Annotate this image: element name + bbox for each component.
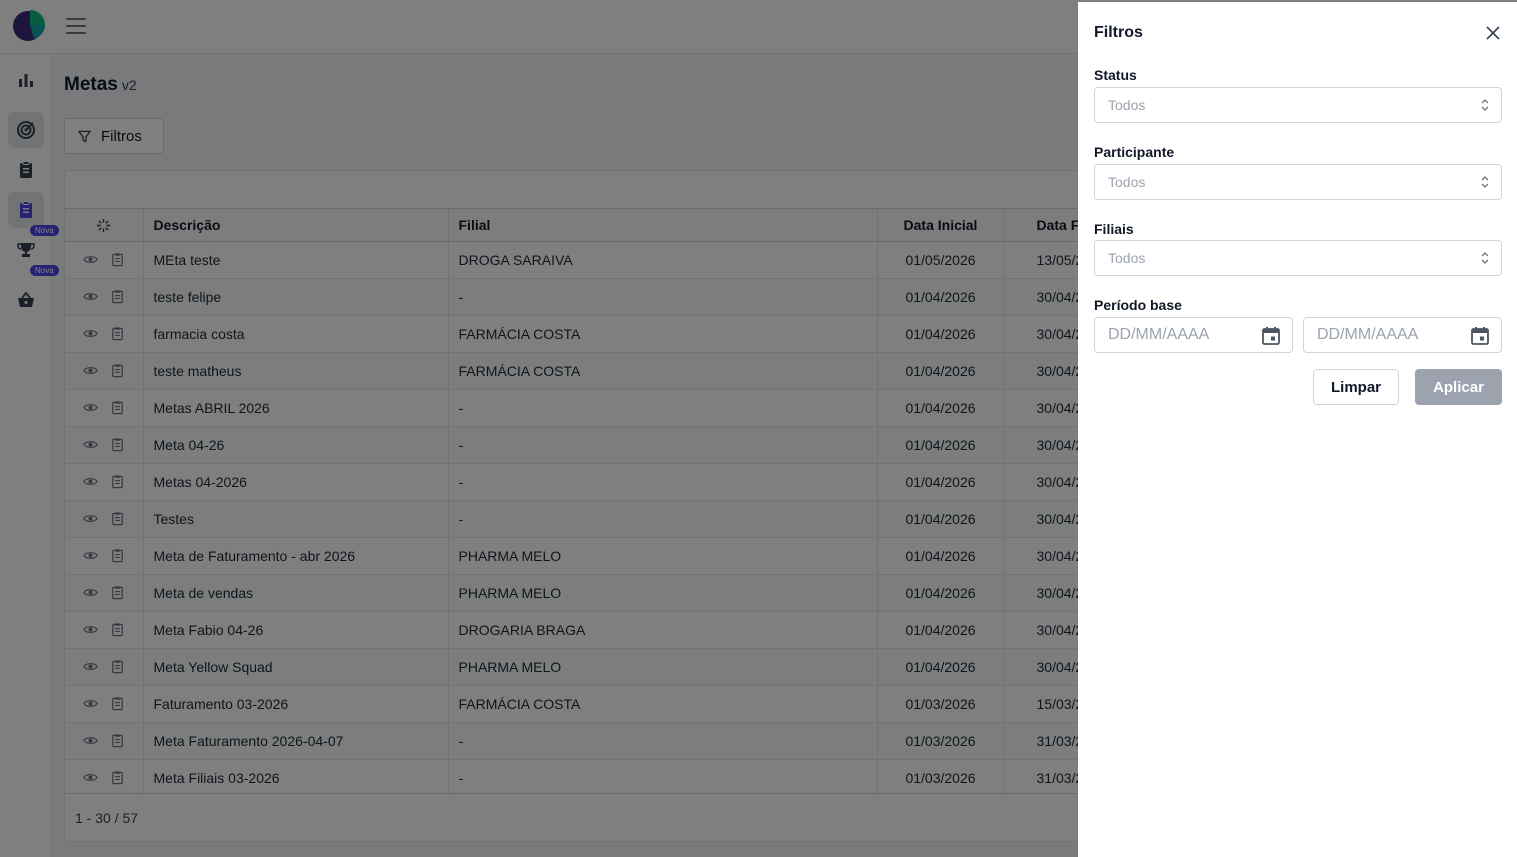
participante-label: Participante [1094, 144, 1175, 160]
chevron-up-down-icon [1481, 252, 1489, 264]
calendar-icon[interactable] [1469, 325, 1491, 347]
status-select[interactable]: Todos [1094, 87, 1502, 123]
status-label: Status [1094, 67, 1137, 83]
date-end-input[interactable]: DD/MM/AAAA [1303, 317, 1502, 353]
filters-drawer: Filtros Status Todos Participante Todos … [1078, 2, 1517, 857]
participante-select[interactable]: Todos [1094, 164, 1502, 200]
filiais-select[interactable]: Todos [1094, 240, 1502, 276]
chevron-up-down-icon [1481, 99, 1489, 111]
drawer-title: Filtros [1094, 24, 1143, 41]
close-icon [1486, 26, 1500, 40]
filiais-label: Filiais [1094, 221, 1134, 237]
clear-button[interactable]: Limpar [1313, 369, 1399, 405]
calendar-icon[interactable] [1260, 325, 1282, 347]
chevron-up-down-icon [1481, 176, 1489, 188]
close-button[interactable] [1483, 23, 1503, 43]
apply-button[interactable]: Aplicar [1415, 369, 1502, 405]
date-start-input[interactable]: DD/MM/AAAA [1094, 317, 1293, 353]
periodo-label: Período base [1094, 297, 1182, 313]
